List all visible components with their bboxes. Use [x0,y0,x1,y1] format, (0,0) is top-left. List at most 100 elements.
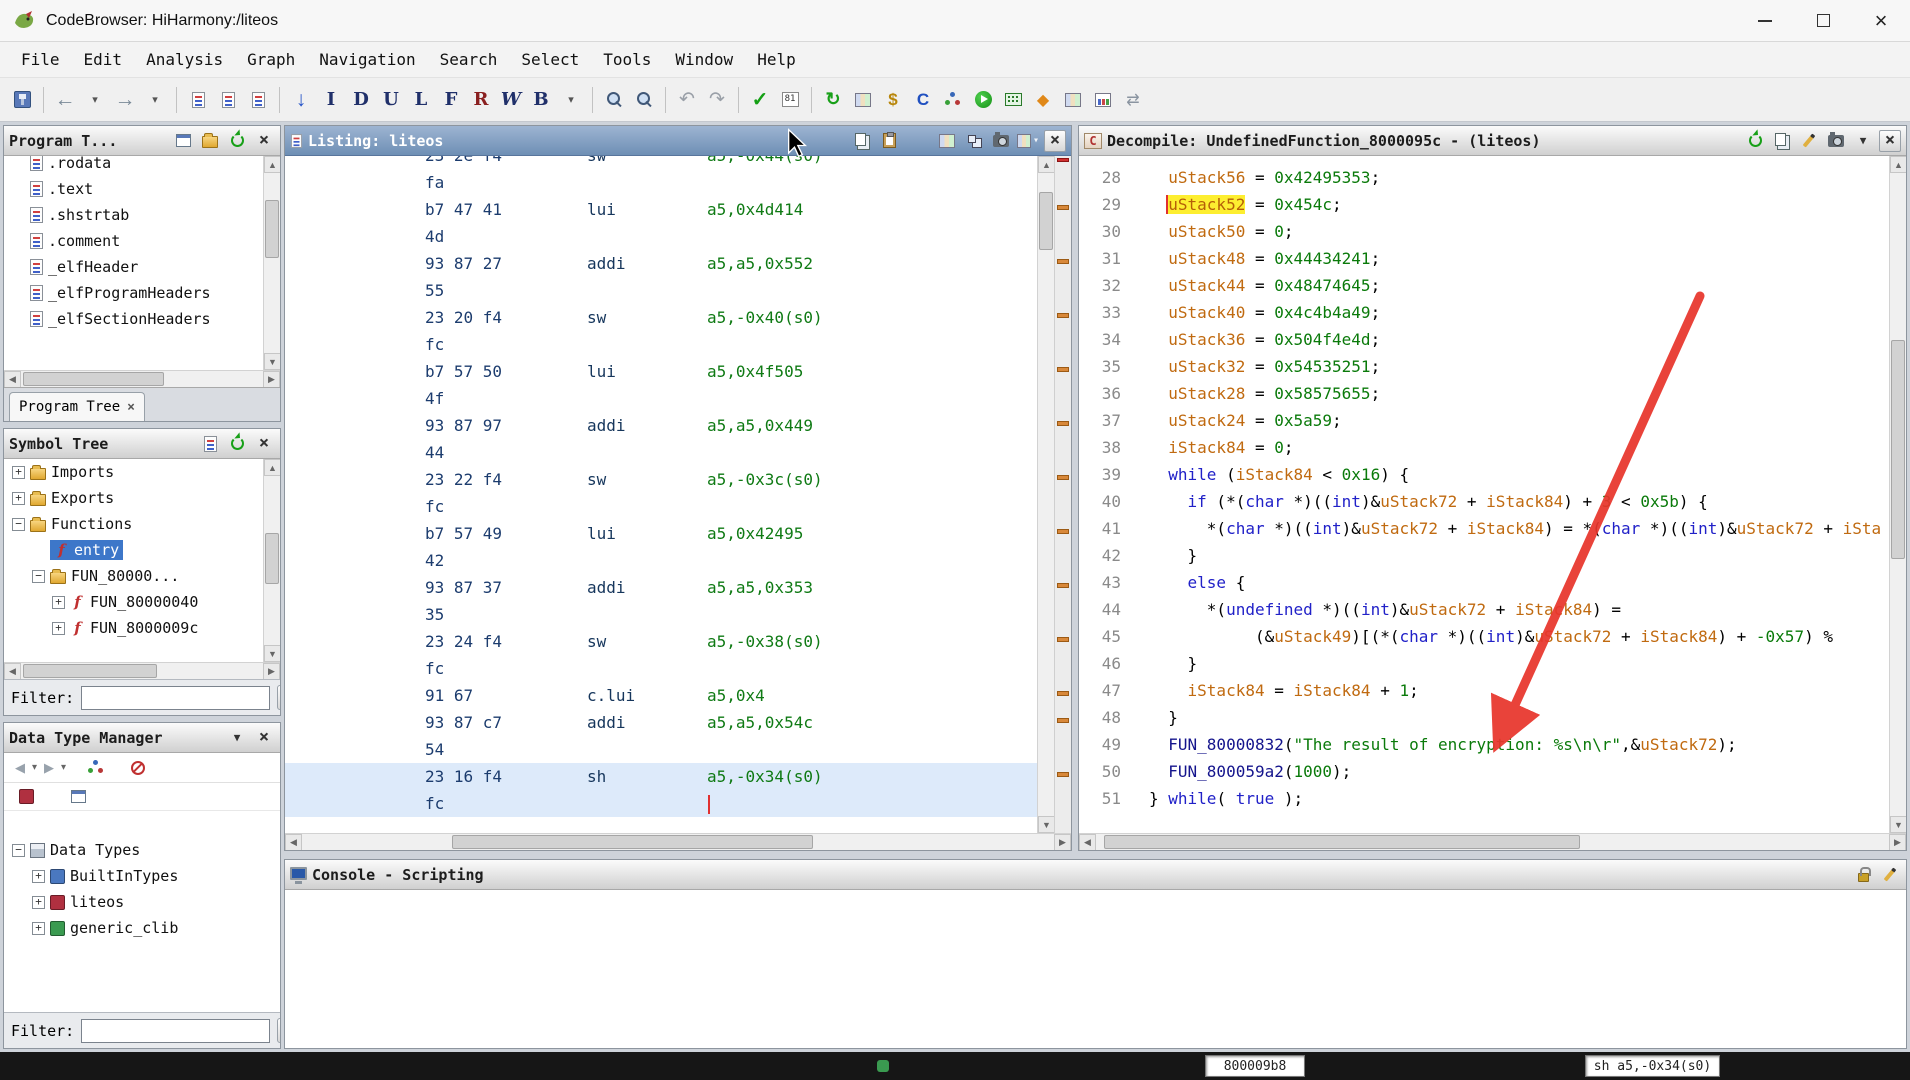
scroll-track[interactable] [264,173,280,353]
symbol-tree-item-exports[interactable]: +Exports [4,485,263,511]
decompile-line-47[interactable]: 47 iStack84 = iStack84 + 1; [1079,677,1889,704]
expander-icon[interactable]: + [32,870,45,883]
back-dropdown[interactable]: ▾ [81,85,109,115]
listing-row[interactable]: 44 [285,439,1037,466]
expander-icon[interactable]: + [52,596,65,609]
filter-options-button[interactable]: » [277,1018,281,1043]
scroll-right-button[interactable]: ▶ [1054,834,1071,851]
next-data-button[interactable]: D [347,85,375,115]
listing-row[interactable]: b7 57 49luia5,0x42495 [285,520,1037,547]
listing-row[interactable]: 54 [285,736,1037,763]
menu-help[interactable]: Help [746,45,807,74]
re-decompile-button[interactable] [1744,130,1766,152]
memory-map-button[interactable] [214,85,242,115]
next-instruction-button[interactable]: I [317,85,345,115]
listing-row[interactable]: 91 67c.luia5,0x4 [285,682,1037,709]
window-minimize-button[interactable] [1736,0,1794,41]
menu-window[interactable]: Window [664,45,744,74]
listing-row[interactable]: 93 87 37addia5,a5,0x353 [285,574,1037,601]
expander-icon[interactable]: + [52,622,65,635]
menu-select[interactable]: Select [510,45,590,74]
decompile-line-35[interactable]: 35 uStack32 = 0x54535251; [1079,353,1889,380]
scroll-right-button[interactable]: ▶ [263,663,280,680]
symbol-tree-hscroll[interactable]: ◀ ▶ [4,662,280,679]
menu-file[interactable]: File [10,45,71,74]
scroll-right-button[interactable]: ▶ [263,371,280,388]
menu-navigation[interactable]: Navigation [308,45,426,74]
listing-row[interactable]: 35 [285,601,1037,628]
scroll-track[interactable] [1890,173,1906,816]
symbol-tree-item-fun-80000040[interactable]: +fFUN_80000040 [4,589,263,615]
decompile-menu-button[interactable]: ▼ [1852,130,1874,152]
decompile-copy-button[interactable] [1771,130,1793,152]
scroll-thumb[interactable] [1891,340,1905,559]
scroll-lock-button[interactable] [1852,864,1874,886]
menu-edit[interactable]: Edit [73,45,134,74]
c-source-button[interactable]: C [909,85,937,115]
decompile-line-41[interactable]: 41 *(char *)((int)&uStack72 + iStack84) … [1079,515,1889,542]
dtm-item-liteos[interactable]: +liteos [4,889,280,915]
next-non-function-button[interactable]: R [467,85,495,115]
symbol-refresh-button[interactable] [226,433,248,455]
program-tree-close-button[interactable]: × [253,130,275,152]
decompile-line-29[interactable]: 29 uStack52 = 0x454c; [1079,191,1889,218]
listing-row[interactable]: 55 [285,277,1037,304]
menu-search[interactable]: Search [429,45,509,74]
decompile-hscroll[interactable]: ◀ ▶ [1079,833,1906,850]
scroll-right-button[interactable]: ▶ [1889,834,1906,851]
listing-row[interactable]: 23 22 f4swa5,-0x3c(s0) [285,466,1037,493]
program-tree-item[interactable]: _elfSectionHeaders [4,306,263,332]
scroll-thumb[interactable] [1039,192,1053,250]
listing-row[interactable]: 42 [285,547,1037,574]
listing-close-button[interactable]: × [1044,130,1066,152]
menu-tools[interactable]: Tools [592,45,662,74]
decompile-line-45[interactable]: 45 (&uStack49)[(*(char *)((int)&uStack72… [1079,623,1889,650]
scroll-left-button[interactable]: ◀ [4,371,21,388]
dtm-filter-input[interactable] [81,1019,270,1043]
next-function-button[interactable]: F [437,85,465,115]
program-tree-item[interactable]: _elfHeader [4,254,263,280]
menu-graph[interactable]: Graph [236,45,306,74]
chart-view-button[interactable] [1089,85,1117,115]
scroll-track[interactable] [1096,834,1889,850]
redo-button[interactable]: ↷ [703,85,731,115]
listing-row[interactable]: fc [285,655,1037,682]
scroll-left-button[interactable]: ◀ [1079,834,1096,851]
window-close-button[interactable]: × [1852,0,1910,41]
listing-row[interactable]: 93 87 27addia5,a5,0x552 [285,250,1037,277]
scroll-track[interactable] [264,476,280,645]
listing-row[interactable]: 23 16 f4sha5,-0x34(s0) [285,763,1037,790]
decompile-line-43[interactable]: 43 else { [1079,569,1889,596]
scroll-thumb[interactable] [23,372,163,386]
listing-row[interactable]: 23 2e f4swa5,-0x44(s0) [285,156,1037,169]
program-diff-button[interactable] [184,85,212,115]
scroll-track[interactable] [1038,173,1054,816]
scroll-down-button[interactable]: ▼ [1038,816,1055,833]
program-tree-vscroll[interactable]: ▲ ▼ [263,156,280,370]
expander-icon[interactable]: + [12,466,25,479]
decompile-line-39[interactable]: 39 while (iStack84 < 0x16) { [1079,461,1889,488]
decompile-line-31[interactable]: 31 uStack48 = 0x44434241; [1079,245,1889,272]
tab-close-icon[interactable]: × [127,401,135,414]
symbol-tree-item-fun-80000-[interactable]: −FUN_80000... [4,563,263,589]
listing-vscroll[interactable]: ▲ ▼ [1037,156,1054,833]
listing-row[interactable]: fc [285,790,1037,817]
scroll-thumb[interactable] [452,835,813,849]
window-maximize-button[interactable] [1794,0,1852,41]
decompile-snapshot-button[interactable] [1825,130,1847,152]
scroll-up-button[interactable]: ▲ [264,156,280,173]
symbol-tree-item-functions[interactable]: −Functions [4,511,263,537]
currency-format-button[interactable]: $ [879,85,907,115]
decompile-line-33[interactable]: 33 uStack40 = 0x4c4b4a49; [1079,299,1889,326]
clear-console-button[interactable] [1879,864,1901,886]
dtm-item-builtintypes[interactable]: +BuiltInTypes [4,863,280,889]
program-tree-item[interactable]: .rodata [4,156,263,176]
next-dropdown-icon[interactable]: ▾ [61,762,66,773]
auto-analyze-button[interactable]: ✓ [746,85,774,115]
expander-icon[interactable]: − [12,518,25,531]
forward-dropdown[interactable]: ▾ [141,85,169,115]
symbol-tree-item-entry[interactable]: fentry [4,537,263,563]
symbol-inspector-button[interactable] [199,433,221,455]
external-link-button[interactable]: ⇄ [1119,85,1147,115]
expander-icon[interactable]: − [32,570,45,583]
